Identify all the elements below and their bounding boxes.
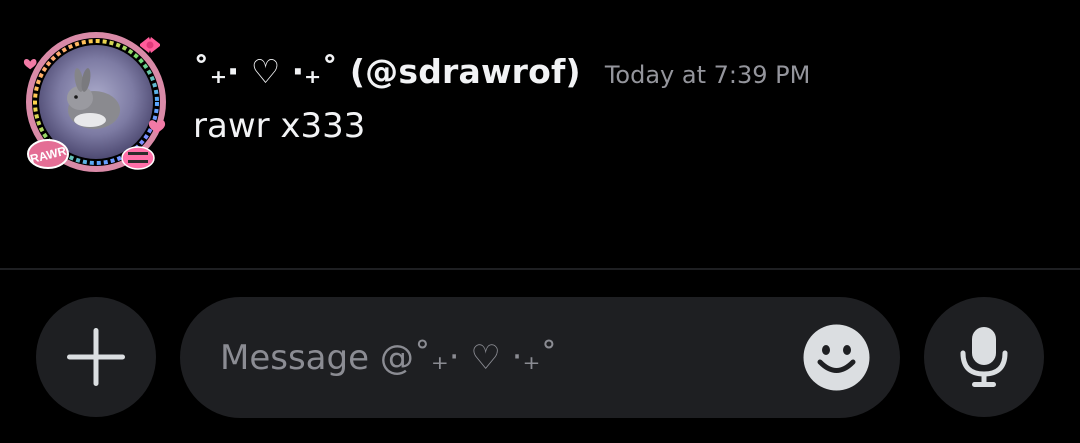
avatar-image: RAWR: [23, 32, 166, 172]
microphone-icon: [960, 327, 1008, 387]
message-username[interactable]: ˚₊‧ ♡ ‧₊˚ (@sdrawrof): [193, 52, 581, 91]
voice-message-button[interactable]: [924, 297, 1044, 417]
smiley-icon: [803, 324, 870, 391]
message-header: ˚₊‧ ♡ ‧₊˚ (@sdrawrof) Today at 7:39 PM: [193, 52, 810, 98]
message-input[interactable]: [220, 327, 790, 389]
avatar[interactable]: RAWR: [22, 28, 170, 176]
attach-button[interactable]: [36, 297, 156, 417]
message-input-container[interactable]: [180, 297, 900, 418]
message-composer: [0, 270, 1080, 443]
emoji-button[interactable]: [803, 324, 870, 391]
plus-icon: [67, 328, 125, 386]
chat-message: RAWR ˚₊‧ ♡ ‧₊˚ (@sdrawrof) Today at 7:39…: [0, 0, 1080, 268]
message-text: rawr x333: [193, 106, 366, 146]
message-timestamp: Today at 7:39 PM: [604, 61, 811, 89]
